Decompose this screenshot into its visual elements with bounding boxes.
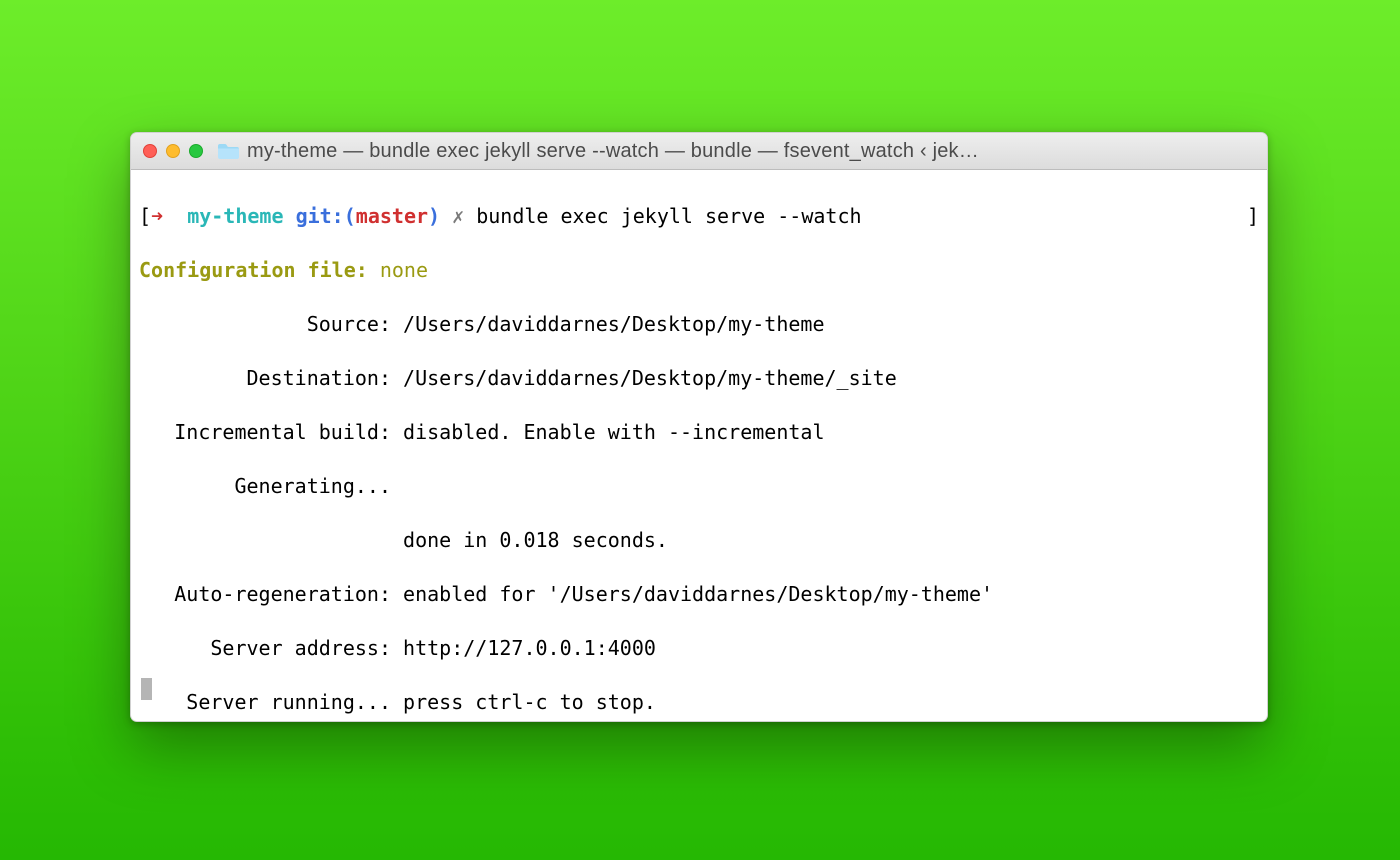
- window-title: my-theme — bundle exec jekyll serve --wa…: [247, 140, 1255, 163]
- output-label: Incremental build:: [139, 419, 391, 446]
- window-titlebar[interactable]: my-theme — bundle exec jekyll serve --wa…: [131, 133, 1267, 170]
- prompt-branch: master: [356, 204, 428, 228]
- prompt-cwd: my-theme: [187, 204, 283, 228]
- prompt-arrow-icon: ➜: [151, 204, 163, 228]
- prompt-git-close: ): [428, 204, 440, 228]
- output-label: Server address:: [139, 635, 391, 662]
- output-label: Auto-regeneration:: [139, 581, 391, 608]
- prompt-git-label: git:(: [296, 204, 356, 228]
- prompt-command: bundle exec jekyll serve --watch: [476, 204, 861, 228]
- minimize-button[interactable]: [166, 144, 180, 158]
- output-line: Destination: /Users/daviddarnes/Desktop/…: [139, 365, 1259, 392]
- output-line: Incremental build: disabled. Enable with…: [139, 419, 1259, 446]
- output-label: Destination:: [139, 365, 391, 392]
- output-label: Server running...: [139, 689, 391, 716]
- output-value: disabled. Enable with --incremental: [403, 420, 824, 444]
- output-value: press ctrl-c to stop.: [403, 690, 656, 714]
- output-value: done in 0.018 seconds.: [403, 528, 668, 552]
- output-label: Source:: [139, 311, 391, 338]
- config-label: Configuration file:: [139, 258, 368, 282]
- terminal-body[interactable]: [➜ my-theme git:(master) ✗ bundle exec j…: [131, 170, 1267, 708]
- prompt-open-bracket: [: [139, 204, 151, 228]
- output-line: Server address: http://127.0.0.1:4000: [139, 635, 1259, 662]
- output-line: Auto-regeneration: enabled for '/Users/d…: [139, 581, 1259, 608]
- terminal-window: my-theme — bundle exec jekyll serve --wa…: [130, 132, 1268, 722]
- output-line: Source: /Users/daviddarnes/Desktop/my-th…: [139, 311, 1259, 338]
- prompt-line: [➜ my-theme git:(master) ✗ bundle exec j…: [139, 203, 1259, 230]
- output-value: enabled for '/Users/daviddarnes/Desktop/…: [403, 582, 993, 606]
- output-value: /Users/daviddarnes/Desktop/my-theme: [403, 312, 824, 336]
- cursor-row: [139, 674, 152, 702]
- folder-icon: [217, 143, 239, 160]
- config-value: none: [380, 258, 428, 282]
- output-line: Generating...: [139, 473, 1259, 500]
- output-label: Generating...: [139, 473, 391, 500]
- terminal-cursor: [141, 678, 152, 700]
- output-value: http://127.0.0.1:4000: [403, 636, 656, 660]
- zoom-button[interactable]: [189, 144, 203, 158]
- close-button[interactable]: [143, 144, 157, 158]
- traffic-lights: [143, 144, 203, 158]
- output-value: /Users/daviddarnes/Desktop/my-theme/_sit…: [403, 366, 897, 390]
- desktop-background: my-theme — bundle exec jekyll serve --wa…: [0, 0, 1400, 860]
- prompt-git-text: git:: [296, 204, 344, 228]
- prompt-dirty-icon: ✗: [452, 204, 464, 228]
- output-line: Server running... press ctrl-c to stop.: [139, 689, 1259, 716]
- config-line: Configuration file: none: [139, 257, 1259, 284]
- prompt-close-bracket: ]: [1247, 203, 1259, 230]
- output-line: done in 0.018 seconds.: [139, 527, 1259, 554]
